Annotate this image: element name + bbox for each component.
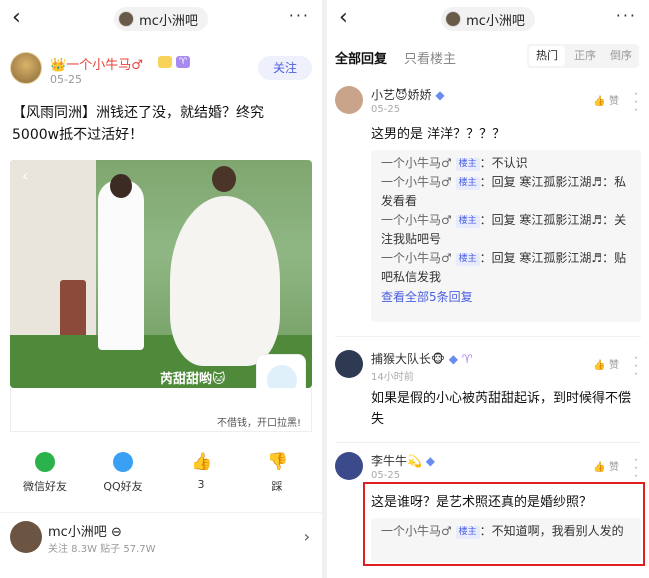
- forum-title: mc小洲吧: [466, 13, 525, 29]
- forum-card-stats: 关注 8.3W 贴子 57.7W: [48, 544, 156, 555]
- diamond-badge-icon: [158, 56, 172, 68]
- more-vertical-icon[interactable]: · · ·: [633, 454, 639, 482]
- highlight-box: [363, 482, 645, 566]
- image-caption: 不借钱，开口拉黑!: [216, 418, 301, 429]
- view-all-replies-link[interactable]: 查看全部5条回复: [381, 287, 631, 307]
- comment-date: 14小时前: [371, 372, 414, 383]
- sort-asc[interactable]: 正序: [567, 44, 603, 68]
- reply-item: 一个小牛马♂ 楼主 ：不认识: [381, 156, 528, 171]
- forum-title: mc小洲吧: [139, 13, 198, 29]
- zodiac-badge-icon: ♈: [176, 56, 190, 68]
- commenter-avatar[interactable]: [335, 86, 363, 114]
- image-groom-head: [110, 174, 132, 198]
- more-vertical-icon[interactable]: · · ·: [633, 88, 639, 116]
- like-button[interactable]: 👍 赞: [593, 356, 619, 371]
- thumbs-up-icon: 👍: [593, 462, 606, 473]
- diamond-badge-icon: ◆: [448, 352, 458, 366]
- comment-tabs: 全部回复 只看楼主 热门 正序 倒序: [327, 44, 649, 70]
- post-image[interactable]: 芮甜甜哟🐱 ‹: [10, 160, 312, 388]
- rabbit-sticker-icon: [267, 365, 297, 388]
- image-groom: [98, 180, 144, 350]
- sort-selector: 热门 正序 倒序: [527, 44, 639, 68]
- commenter-avatar[interactable]: [335, 350, 363, 378]
- wechat-icon: [35, 452, 55, 472]
- sticker-image: [256, 354, 306, 388]
- post-panel: ‹ mc小洲吧 ··· 👑一个小牛马♂ ♈ 05-25 关注 【风雨同洲】洲钱还…: [0, 0, 322, 578]
- diamond-badge-icon: ◆: [425, 454, 436, 468]
- post-text: 【风雨同洲】洲钱还了没，就结婚？终究5000w抵不过活好！: [12, 105, 264, 143]
- image-bride-head: [212, 166, 236, 192]
- image-watermark: 芮甜甜哟🐱: [160, 372, 226, 387]
- post-author: 👑一个小牛马♂ ♈ 05-25 关注: [10, 50, 312, 90]
- like-button[interactable]: 👍 赞: [593, 92, 619, 107]
- author-name[interactable]: 👑一个小牛马♂: [50, 54, 143, 73]
- comment-text: 如果是假的小心被芮甜甜起诉，到时候得不偿失: [371, 391, 632, 427]
- dislike-button[interactable]: 👎 踩: [242, 452, 312, 494]
- more-vertical-icon[interactable]: · · ·: [633, 352, 639, 380]
- like-button[interactable]: 👍 3: [166, 452, 236, 491]
- op-tag: 楼主: [455, 158, 480, 171]
- follow-button[interactable]: 关注: [258, 56, 312, 80]
- post-date: 05-25: [50, 73, 82, 86]
- thumbs-up-icon: 👍: [593, 96, 606, 107]
- like-button[interactable]: 👍 赞: [593, 458, 619, 473]
- separator: [335, 442, 641, 443]
- top-bar: ‹ mc小洲吧 ···: [0, 0, 322, 38]
- forum-card-name: mc小洲吧 ⊖: [48, 525, 122, 540]
- more-icon[interactable]: ···: [616, 6, 637, 25]
- back-button[interactable]: ‹: [339, 6, 348, 30]
- reply-item: 一个小牛马♂ 楼主 ：回复 寒江孤影江湖♬：贴吧私信发我: [381, 251, 627, 284]
- comment-item: 捕猴大队长🐵 ◆ ♈ 14小时前 👍 赞 · · · 如果是假的小心被芮甜甜起诉，到…: [327, 350, 649, 440]
- op-tag: 楼主: [455, 253, 480, 266]
- qq-icon: [113, 452, 133, 472]
- thumbs-down-icon: 👎: [267, 452, 289, 472]
- reply-item: 一个小牛马♂ 楼主 ：回复 寒江孤影江湖♬：私发看看: [381, 175, 627, 208]
- crown-icon: 👑: [50, 58, 67, 73]
- op-tag: 楼主: [455, 177, 480, 190]
- share-row: 微信好友 QQ好友 👍 3 👎 踩: [0, 452, 322, 502]
- commenter-name[interactable]: 捕猴大队长🐵 ◆ ♈: [371, 350, 473, 367]
- comment-date: 05-25: [371, 104, 401, 115]
- more-icon[interactable]: ···: [289, 6, 310, 25]
- back-button[interactable]: ‹: [12, 6, 21, 30]
- thumbs-up-icon: 👍: [593, 360, 606, 371]
- commenter-name[interactable]: 李牛牛💫 ◆: [371, 452, 435, 469]
- sort-desc[interactable]: 倒序: [603, 44, 639, 68]
- image-door: [60, 280, 86, 340]
- forum-avatar-icon: [445, 11, 462, 27]
- chevron-right-icon: ›: [303, 527, 310, 546]
- zodiac-badge-icon: ♈: [461, 352, 473, 366]
- diamond-badge-icon: ◆: [435, 88, 445, 102]
- separator: [335, 336, 641, 337]
- forum-pill[interactable]: mc小洲吧: [114, 7, 208, 31]
- comments-panel: ‹ mc小洲吧 ··· 全部回复 只看楼主 热门 正序 倒序 小艺😈娇娇 ◆ 0…: [327, 0, 649, 578]
- share-wechat-button[interactable]: 微信好友: [10, 452, 80, 494]
- forum-card-avatar: [10, 521, 42, 553]
- sort-hot[interactable]: 热门: [529, 46, 565, 66]
- comment-date: 05-25: [371, 470, 401, 481]
- commenter-avatar[interactable]: [335, 452, 363, 480]
- comment-item: 小艺😈娇娇 ◆ 05-25 👍 赞 · · · 这男的是 洋洋？？？？ 一个小牛马♂…: [327, 86, 649, 326]
- top-bar: ‹ mc小洲吧 ···: [327, 0, 649, 38]
- forum-pill[interactable]: mc小洲吧: [441, 7, 535, 31]
- tab-op-only[interactable]: 只看楼主: [404, 48, 456, 67]
- image-bride: [170, 196, 280, 366]
- reply-item: 一个小牛马♂ 楼主 ：回复 寒江孤影江湖♬：关注我贴吧号: [381, 213, 627, 246]
- reply-box[interactable]: 一个小牛马♂ 楼主 ：不认识 一个小牛马♂ 楼主 ：回复 寒江孤影江湖♬：私发看看 …: [371, 150, 641, 322]
- image-prev-icon[interactable]: ‹: [22, 166, 28, 185]
- share-qq-button[interactable]: QQ好友: [88, 452, 158, 494]
- comment-text: 这男的是 洋洋？？？？: [371, 127, 506, 142]
- thumbs-up-icon: 👍: [191, 452, 213, 472]
- tab-all-replies[interactable]: 全部回复: [335, 48, 387, 67]
- commenter-name[interactable]: 小艺😈娇娇 ◆: [371, 86, 445, 103]
- forum-card[interactable]: mc小洲吧 ⊖ 关注 8.3W 贴子 57.7W ›: [0, 512, 322, 562]
- op-tag: 楼主: [455, 215, 480, 228]
- forum-avatar-icon: [118, 11, 135, 27]
- author-avatar[interactable]: [10, 52, 42, 84]
- image-caption-bar: 不借钱，开口拉黑!: [10, 388, 312, 432]
